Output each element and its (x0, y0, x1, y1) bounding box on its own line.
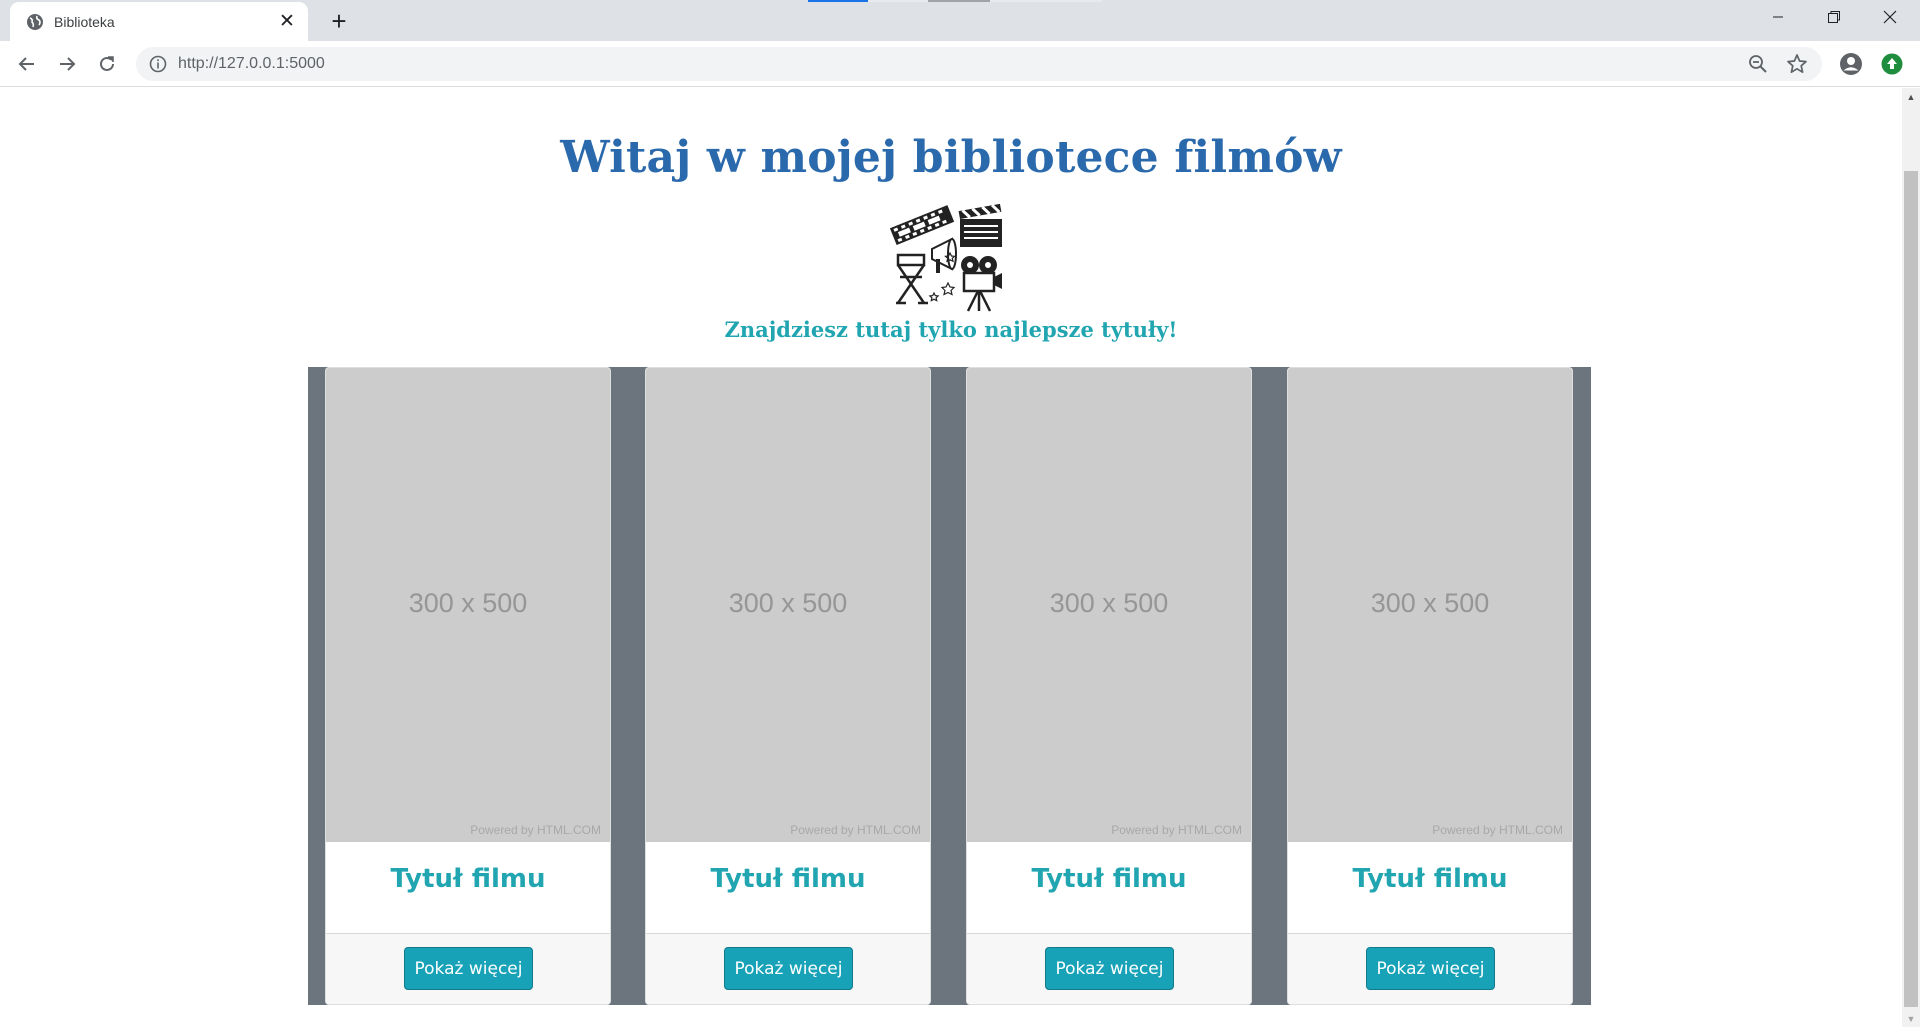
movie-title: Tytuł filmu (390, 864, 546, 894)
poster-size-label: 300 x 500 (728, 588, 848, 618)
card-footer: Pokaż więcej (967, 933, 1251, 1004)
bookmark-star-icon[interactable] (1786, 53, 1808, 75)
show-more-button[interactable]: Pokaż więcej (1045, 947, 1174, 990)
arrow-right-icon (60, 57, 76, 71)
page-viewport: Witaj w mojej bibliotece filmów Znajdzie… (0, 88, 1902, 1027)
back-button[interactable] (13, 50, 41, 78)
poster-credit: Powered by HTML.COM (790, 823, 921, 837)
minimize-button[interactable] (1750, 0, 1806, 34)
movie-poster-placeholder: 300 x 500 Powered by HTML.COM (646, 368, 930, 842)
poster-size-label: 300 x 500 (1049, 588, 1169, 618)
profile-avatar-icon[interactable] (1839, 52, 1863, 76)
info-icon[interactable] (149, 55, 167, 73)
show-more-button[interactable]: Pokaż więcej (404, 947, 533, 990)
movie-poster-placeholder: 300 x 500 Powered by HTML.COM (326, 368, 610, 842)
restore-button[interactable] (1806, 0, 1862, 34)
forward-button[interactable] (53, 50, 81, 78)
page-subtitle: Znajdziesz tutaj tylko najlepsze tytuły! (724, 317, 1178, 342)
reload-icon (100, 56, 114, 71)
scroll-up-arrow-icon[interactable]: ▲ (1902, 88, 1920, 105)
card-footer: Pokaż więcej (326, 933, 610, 1004)
card-footer: Pokaż więcej (646, 933, 930, 1004)
movie-card: 300 x 500 Powered by HTML.COM Tytuł film… (1287, 367, 1573, 1005)
poster-credit: Powered by HTML.COM (1432, 823, 1563, 837)
browser-toolbar: http://127.0.0.1:5000 (0, 41, 1920, 87)
page-title: Witaj w mojej bibliotece filmów (560, 132, 1342, 183)
vertical-scrollbar[interactable]: ▲ ▼ (1902, 88, 1920, 1027)
tab-indicator (868, 0, 928, 2)
movie-poster-placeholder: 300 x 500 Powered by HTML.COM (1288, 368, 1572, 842)
close-window-button[interactable] (1862, 0, 1918, 34)
movie-poster-placeholder: 300 x 500 Powered by HTML.COM (967, 368, 1251, 842)
tab-indicator (990, 0, 1102, 2)
url-host: http://127.0.0.1 (178, 55, 285, 72)
movie-title: Tytuł filmu (1352, 864, 1508, 894)
zoom-out-icon[interactable] (1748, 54, 1768, 74)
film-collage-icon (890, 203, 1002, 312)
movie-title: Tytuł filmu (1031, 864, 1187, 894)
scrollbar-thumb[interactable] (1904, 171, 1918, 1007)
reload-button[interactable] (93, 50, 121, 78)
movie-card: 300 x 500 Powered by HTML.COM Tytuł film… (966, 367, 1252, 1005)
poster-credit: Powered by HTML.COM (470, 823, 601, 837)
arrow-left-icon (18, 57, 34, 71)
tab-indicator (808, 0, 868, 2)
poster-credit: Powered by HTML.COM (1111, 823, 1242, 837)
update-extension-icon[interactable] (1881, 53, 1903, 75)
poster-size-label: 300 x 500 (1370, 588, 1490, 618)
card-footer: Pokaż więcej (1288, 933, 1572, 1004)
url-port: :5000 (284, 55, 325, 72)
tab-strip: Biblioteka ✕ + (0, 0, 1920, 41)
show-more-button[interactable]: Pokaż więcej (1366, 947, 1495, 990)
minimize-icon (1773, 16, 1783, 18)
new-tab-button[interactable]: + (325, 6, 353, 36)
browser-tab[interactable]: Biblioteka ✕ (10, 2, 308, 41)
tab-indicator (928, 0, 990, 2)
movie-title: Tytuł filmu (710, 864, 866, 894)
url-text[interactable]: http://127.0.0.1:5000 (178, 55, 325, 73)
address-bar[interactable]: http://127.0.0.1:5000 (136, 47, 1822, 81)
poster-size-label: 300 x 500 (408, 588, 528, 618)
tab-title: Biblioteka (54, 14, 115, 30)
show-more-button[interactable]: Pokaż więcej (724, 947, 853, 990)
globe-icon (27, 14, 43, 30)
close-icon (1883, 10, 1897, 24)
close-tab-icon[interactable]: ✕ (276, 10, 298, 32)
movie-card-deck: 300 x 500 Powered by HTML.COM Tytuł film… (308, 367, 1591, 1005)
movie-card: 300 x 500 Powered by HTML.COM Tytuł film… (325, 367, 611, 1005)
restore-icon (1828, 11, 1840, 23)
movie-card: 300 x 500 Powered by HTML.COM Tytuł film… (645, 367, 931, 1005)
scroll-down-arrow-icon[interactable]: ▼ (1902, 1010, 1920, 1027)
